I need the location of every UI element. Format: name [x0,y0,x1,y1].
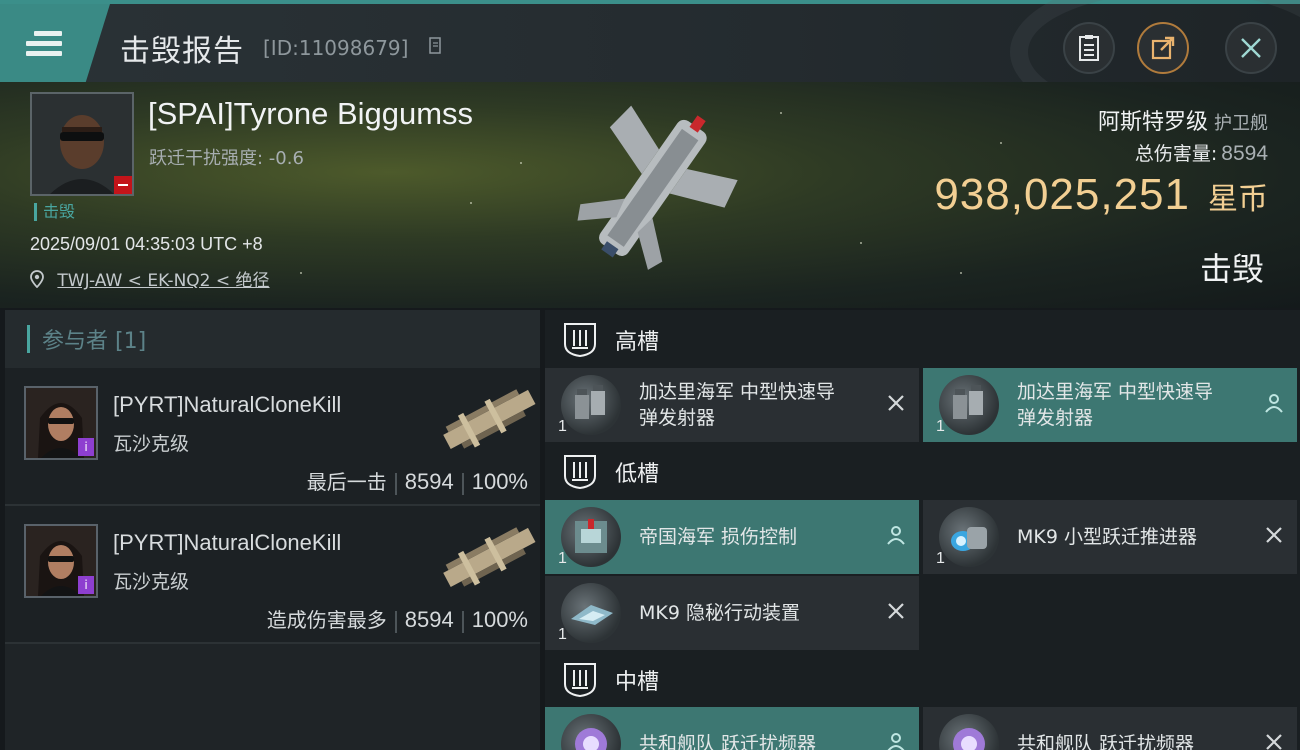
victim-name[interactable]: [SPAI]Tyrone Biggumss [148,96,473,132]
kill-tag: 击毁 [34,203,75,221]
victim-portrait[interactable] [30,92,134,196]
launcher-icon [939,375,999,435]
destroyed-x-icon [1266,527,1282,543]
total-damage-value: 8594 [1221,142,1268,165]
warp-scrambler-icon [561,714,621,750]
attacker-row[interactable]: i [PYRT]NaturalCloneKill 瓦沙克级 最后一击 8594 10… [5,368,540,506]
module-item[interactable]: 1 加达里海军 中型快速导弹发射器 [923,368,1297,442]
module-item[interactable]: 共和舰队 跃迁扰频器 [545,707,919,750]
destroyed-x-icon [888,395,904,411]
warp-scrambler-icon [939,714,999,750]
corp-badge [114,176,132,194]
location-pin-icon [30,270,44,289]
afterburner-icon [939,507,999,567]
dropped-person-icon [887,526,905,545]
participants-header: 参与者 [1] [5,310,540,368]
module-name: 共和舰队 跃迁扰频器 [1017,733,1195,750]
warp-disruption-strength: 跃迁干扰强度: -0.6 [149,148,304,169]
attacker-stats: 最后一击 8594 100% [307,466,528,495]
attacker-avatar[interactable]: i [24,524,98,598]
attacker-stats: 造成伤害最多 8594 100% [267,604,528,633]
attacker-damage: 8594 [404,607,454,632]
report-id: [ID:11098679] [263,36,409,60]
module-item[interactable]: 1 MK9 隐秘行动装置 [545,576,919,650]
attacker-ship: 瓦沙克级 [113,571,190,593]
menu-icon [26,26,62,61]
low-slot-header: 低槽 [545,442,659,502]
attacker-ship: 瓦沙克级 [113,433,190,455]
attacker-damage: 8594 [404,469,454,494]
ship-type: 护卫舰 [1214,113,1268,134]
alliance-badge: i [78,576,94,594]
dropped-person-icon [887,733,905,750]
attacker-damage-percent: 100% [471,607,528,632]
dropped-person-icon [1265,394,1283,413]
attacker-damage-percent: 100% [471,469,528,494]
attacker-avatar[interactable]: i [24,386,98,460]
participants-title: 参与者 [1] [42,329,147,354]
participants-panel: 参与者 [1] i [PYRT]NaturalCloneKill 瓦沙克级 最后… [5,310,540,750]
attacker-role: 造成伤害最多 [266,608,387,632]
mid-slot-header: 中槽 [545,650,659,710]
launcher-icon [561,375,621,435]
module-quantity: 1 [558,550,567,567]
clipboard-icon [1079,35,1099,61]
close-icon [1241,38,1261,58]
slot-shield-icon [564,455,596,490]
module-name: 共和舰队 跃迁扰频器 [639,733,817,750]
high-slot-header: 高槽 [545,310,659,370]
copy-icon[interactable] [429,37,443,55]
share-button[interactable] [1137,22,1189,74]
top-bar: 击毁报告 [ID:11098679] [0,0,1300,130]
menu-button[interactable] [0,4,110,82]
kill-status: 击毁 [1199,250,1264,288]
module-name: MK9 隐秘行动装置 [639,602,800,624]
attacker-row[interactable]: i [PYRT]NaturalCloneKill 瓦沙克级 造成伤害最多 8594… [5,506,540,644]
attacker-role: 最后一击 [306,470,387,494]
attacker-ship-image[interactable] [433,376,543,462]
module-quantity: 1 [936,418,945,435]
module-item[interactable]: 1 加达里海军 中型快速导弹发射器 [545,368,919,442]
module-name: 加达里海军 中型快速导弹发射器 [1017,381,1214,429]
module-item[interactable]: 共和舰队 跃迁扰频器 [923,707,1297,750]
module-quantity: 1 [558,626,567,643]
share-icon [1151,36,1175,60]
isk-value: 938,025,251 星币 [934,170,1268,220]
attacker-ship-image[interactable] [433,514,543,600]
slot-shield-icon [564,663,596,698]
mid-slot-label: 中槽 [615,670,660,695]
victim-ship-image[interactable] [545,92,755,292]
isk-value-amount: 938,025,251 [934,170,1190,219]
page-title: 击毁报告 [120,34,244,69]
kill-timestamp: 2025/09/01 04:35:03 UTC +8 [30,234,263,254]
module-name: MK9 小型跃迁推进器 [1017,526,1197,548]
fitting-panel: 高槽 1 加达里海军 中型快速导弹发射器 1 加达里海军 中型快速导弹发射器 低… [545,310,1300,750]
cloaking-device-icon [561,583,621,643]
low-slot-label: 低槽 [615,462,660,487]
high-slot-label: 高槽 [615,330,660,355]
slot-shield-icon [564,323,596,358]
ship-class-name: 阿斯特罗级 [1097,110,1208,135]
location-text[interactable]: TWJ-AW < EK-NQ2 < 绝径 [57,271,269,291]
destroyed-x-icon [1266,734,1282,750]
module-name: 加达里海军 中型快速导弹发射器 [639,381,836,429]
module-name: 帝国海军 损伤控制 [639,526,798,548]
attacker-name[interactable]: [PYRT]NaturalCloneKill [113,392,341,418]
module-item[interactable]: 1 帝国海军 损伤控制 [545,500,919,574]
destroyed-x-icon [888,603,904,619]
module-quantity: 1 [558,418,567,435]
isk-unit: 星币 [1208,182,1268,217]
clipboard-button[interactable] [1063,22,1115,74]
damage-control-icon [561,507,621,567]
module-quantity: 1 [936,550,945,567]
alliance-badge: i [78,438,94,456]
ship-class[interactable]: 阿斯特罗级 护卫舰 [1098,104,1268,136]
total-damage: 总伤害量: 8594 [1135,139,1268,166]
module-item[interactable]: 1 MK9 小型跃迁推进器 [923,500,1297,574]
attacker-name[interactable]: [PYRT]NaturalCloneKill [113,530,341,556]
total-damage-label: 总伤害量: [1134,143,1218,165]
victim-panel: [SPAI]Tyrone Biggumss 跃迁干扰强度: -0.6 击毁 20… [0,82,1300,308]
kill-location[interactable]: TWJ-AW < EK-NQ2 < 绝径 [30,266,270,291]
close-button[interactable] [1225,22,1277,74]
